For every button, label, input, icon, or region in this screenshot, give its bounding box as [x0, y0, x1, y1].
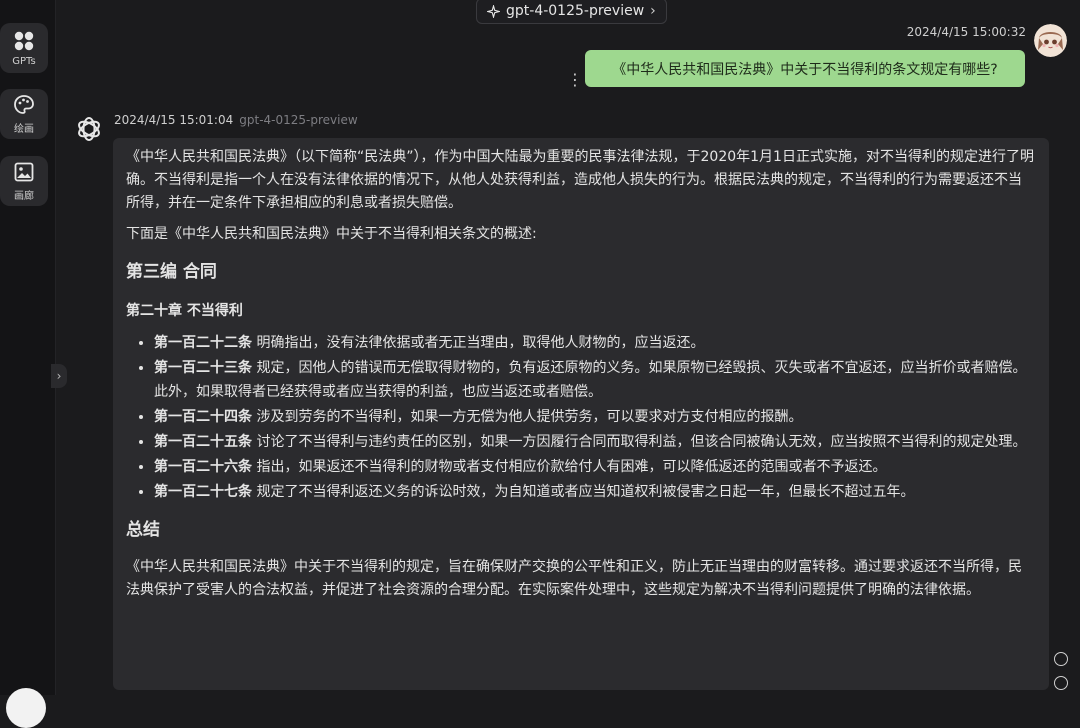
- bot-message-time: 2024/4/15 15:01:04: [114, 113, 234, 127]
- user-message-time: 2024/4/15 15:00:32: [906, 25, 1026, 39]
- chevron-right-icon: ›: [56, 369, 62, 383]
- chevron-right-icon: ›: [650, 3, 656, 19]
- article-text: 规定，因他人的错误而无偿取得财物的，负有返还原物的义务。如果原物已经毁损、灭失或…: [154, 360, 1027, 400]
- circle-icon[interactable]: [1054, 676, 1068, 690]
- overview-paragraph: 下面是《中华人民共和国民法典》中关于不当得利相关条文的概述:: [126, 226, 537, 242]
- article-title: 第一百二十五条: [154, 434, 252, 450]
- model-selector[interactable]: gpt-4-0125-preview ›: [476, 0, 667, 24]
- list-item: 第一百二十六条 指出，如果返还不当得利的财物或者支付相应价款给付人有困难，可以降…: [154, 455, 1035, 479]
- section-heading: 第三编 合同: [126, 262, 217, 282]
- bot-message-meta: 2024/4/15 15:01:04 gpt-4-0125-preview: [114, 113, 358, 127]
- bot-message-bubble: 《中华人民共和国民法典》（以下简称“民法典”），作为中国大陆最为重要的民事法律法…: [113, 138, 1049, 690]
- article-title: 第一百二十二条: [154, 335, 252, 351]
- image-icon: [14, 162, 34, 181]
- palette-icon: [14, 94, 34, 114]
- summary-paragraph: 《中华人民共和国民法典》中关于不当得利的规定，旨在确保财产交换的公平性和正义，防…: [126, 559, 1022, 598]
- list-item: 第一百二十四条 涉及到劳务的不当得利，如果一方无偿为他人提供劳务，可以要求对方支…: [154, 405, 1035, 429]
- article-text: 规定了不当得利返还义务的诉讼时效，为自知道或者应当知道权利被侵害之日起一年，但最…: [252, 484, 915, 500]
- article-title: 第一百二十四条: [154, 409, 252, 425]
- avatar[interactable]: [6, 688, 46, 728]
- circle-icon[interactable]: [1054, 652, 1068, 666]
- grid-icon: [14, 31, 34, 50]
- article-list: 第一百二十二条 明确指出，没有法律依据或者无正当理由，取得他人财物的，应当返还。…: [126, 331, 1035, 504]
- user-message-bubble: 《中华人民共和国民法典》中关于不当得利的条文规定有哪些?: [585, 50, 1025, 87]
- list-item: 第一百二十二条 明确指出，没有法律依据或者无正当理由，取得他人财物的，应当返还。: [154, 331, 1035, 355]
- sparkle-icon: [487, 4, 500, 18]
- article-text: 涉及到劳务的不当得利，如果一方无偿为他人提供劳务，可以要求对方支付相应的报酬。: [252, 409, 803, 425]
- sidebar-item-gpts[interactable]: GPTs: [0, 23, 48, 73]
- intro-paragraph: 《中华人民共和国民法典》（以下简称“民法典”），作为中国大陆最为重要的民事法律法…: [126, 149, 1034, 211]
- summary-heading: 总结: [126, 520, 160, 540]
- sidebar: GPTs 绘画 画廊: [0, 0, 56, 728]
- list-item: 第一百二十五条 讨论了不当得利与违约责任的区别，如果一方因履行合同而取得利益，但…: [154, 430, 1035, 454]
- article-text: 明确指出，没有法律依据或者无正当理由，取得他人财物的，应当返还。: [252, 335, 705, 351]
- model-label: gpt-4-0125-preview: [506, 3, 645, 19]
- sidebar-item-label: GPTs: [12, 55, 36, 67]
- sidebar-item-label: 画廊: [14, 190, 34, 202]
- sidebar-item-label: 绘画: [14, 123, 34, 135]
- chapter-heading: 第二十章 不当得利: [126, 303, 243, 319]
- article-text: 讨论了不当得利与违约责任的区别，如果一方因履行合同而取得利益，但该合同被确认无效…: [252, 434, 1027, 450]
- list-item: 第一百二十三条 规定，因他人的错误而无偿取得财物的，负有返还原物的义务。如果原物…: [154, 356, 1035, 404]
- article-title: 第一百二十七条: [154, 484, 252, 500]
- article-text: 指出，如果返还不当得利的财物或者支付相应价款给付人有困难，可以降低返还的范围或者…: [252, 459, 887, 475]
- sidebar-item-gallery[interactable]: 画廊: [0, 156, 48, 206]
- more-options-icon[interactable]: ⋮: [567, 70, 583, 90]
- openai-logo-icon: [74, 114, 104, 144]
- list-item: 第一百二十七条 规定了不当得利返还义务的诉讼时效，为自知道或者应当知道权利被侵害…: [154, 480, 1035, 504]
- bot-message-model: gpt-4-0125-preview: [239, 113, 358, 127]
- article-title: 第一百二十三条: [154, 360, 252, 376]
- sidebar-collapse-button[interactable]: ›: [51, 364, 67, 388]
- article-title: 第一百二十六条: [154, 459, 252, 475]
- sidebar-item-draw[interactable]: 绘画: [0, 89, 48, 139]
- user-avatar: [1034, 24, 1067, 57]
